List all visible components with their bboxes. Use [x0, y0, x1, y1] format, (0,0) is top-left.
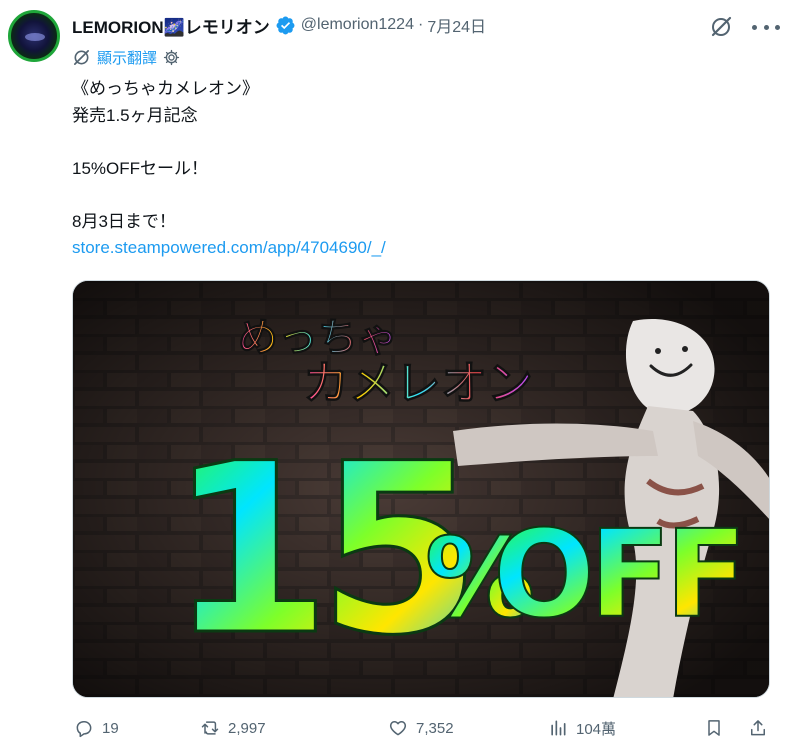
steam-store-link[interactable]: store.steampowered.com/app/4704690/_/ [72, 235, 386, 262]
repost-count: 2,997 [228, 719, 266, 737]
like-count: 7,352 [416, 719, 454, 737]
bookmark-icon [708, 720, 720, 736]
action-bar: 19 2,997 7,352 104萬 [72, 712, 772, 744]
game-title-line1: めっちゃ [238, 315, 398, 361]
promo-number: 15 [168, 414, 467, 687]
tweet-line [72, 182, 386, 209]
tweet-line [72, 129, 386, 156]
views-count: 104萬 [576, 720, 617, 738]
display-name[interactable]: LEMORION🌌レモリオン [72, 13, 270, 38]
more-icon-dot [752, 24, 757, 30]
like-icon [389, 721, 407, 736]
reply-button[interactable]: 19 [74, 712, 119, 744]
share-icon [751, 720, 765, 736]
repost-icon [201, 721, 219, 735]
translate-icon [73, 49, 90, 65]
gear-icon[interactable] [163, 49, 180, 66]
like-button[interactable]: 7,352 [388, 712, 454, 744]
separator-dot: · [417, 16, 424, 33]
reply-count: 19 [102, 719, 119, 737]
tweet-line: 《めっちゃカメレオン》 [72, 79, 259, 98]
grok-button[interactable] [708, 14, 734, 40]
promo-off: OFF [493, 506, 741, 645]
tweet-text: 《めっちゃカメレオン》 発売1.5ヶ月記念 15%OFFセール！ 8月3日まで！… [72, 76, 386, 262]
translate-row: 顯示翻譯 [72, 46, 180, 68]
share-button[interactable] [748, 712, 768, 744]
more-icon-dot [763, 24, 769, 30]
tweet-line: 8月3日まで！ [72, 211, 176, 231]
more-icon-dot [775, 24, 780, 30]
views-button[interactable]: 104萬 [548, 712, 616, 744]
reply-icon [76, 721, 92, 738]
avatar[interactable] [8, 10, 60, 62]
promo-artwork: めっちゃ カメレオン 15 % OFF [73, 281, 769, 697]
promo-image[interactable]: めっちゃ カメレオン 15 % OFF [72, 280, 770, 698]
grok-icon [711, 16, 732, 37]
show-translation-link[interactable]: 顯示翻譯 [97, 47, 157, 68]
bookmark-button[interactable] [704, 712, 724, 744]
tweet-line: 15%OFFセール！ [72, 158, 209, 178]
repost-button[interactable]: 2,997 [200, 712, 266, 744]
tweet-line: 発売1.5ヶ月記念 [72, 105, 198, 125]
handle[interactable]: @lemorion1224 [301, 16, 414, 34]
views-icon [551, 720, 566, 736]
verified-badge-icon [276, 16, 295, 34]
more-button[interactable] [752, 16, 780, 38]
game-title-line2: カメレオン [303, 356, 533, 410]
tweet-date[interactable]: 7月24日 [427, 13, 486, 37]
tweet-header: LEMORION🌌レモリオン @lemorion1224 · 7月24日 [72, 12, 486, 38]
